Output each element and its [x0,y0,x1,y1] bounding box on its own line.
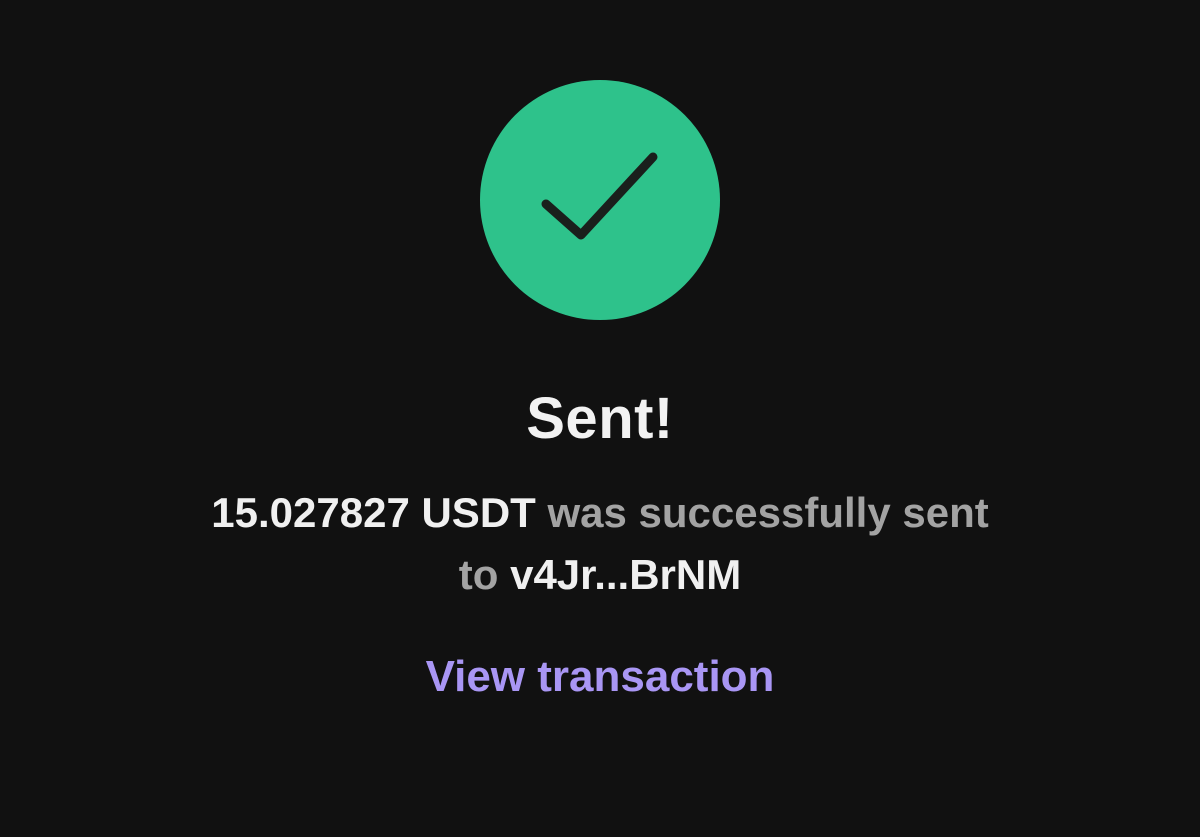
success-screen: Sent! 15.027827 USDT was successfully se… [0,0,1200,837]
recipient-address: v4Jr...BrNM [510,551,742,598]
sent-amount: 15.027827 USDT [211,489,536,536]
page-title: Sent! [526,386,674,451]
sent-to-label: to [458,551,511,598]
checkmark-icon [541,152,658,240]
sent-message: 15.027827 USDT was successfully sent to … [150,482,1050,606]
sent-message-text: was successfully sent [535,489,989,536]
view-transaction-link[interactable]: View transaction [0,646,1200,708]
success-badge [480,80,720,320]
